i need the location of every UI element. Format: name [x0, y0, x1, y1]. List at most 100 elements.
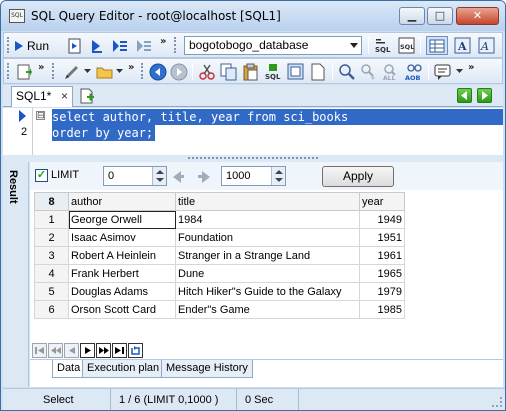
cell-title[interactable]: Ender"s Game — [175, 300, 360, 319]
toolbar-grip[interactable] — [141, 63, 144, 79]
next-tab-button[interactable] — [477, 88, 492, 103]
next-page-button[interactable] — [96, 343, 111, 358]
row-index[interactable]: 5 — [34, 282, 69, 301]
open-folder-button[interactable] — [96, 62, 114, 81]
font-button[interactable]: A — [454, 36, 472, 55]
cell-author[interactable]: George Orwell — [68, 210, 176, 229]
sql-editor[interactable]: 2 ⊟ select author, title, year from sci_… — [3, 108, 503, 155]
table-row[interactable]: 1 George Orwell 1984 1949 — [34, 210, 405, 229]
cell-author[interactable]: Orson Scott Card — [68, 300, 176, 319]
run-selection-button[interactable] — [112, 36, 128, 55]
cell-year[interactable]: 1985 — [359, 300, 405, 319]
offset-stepper[interactable] — [152, 167, 166, 185]
tab-sql1[interactable]: SQL1* × — [11, 86, 73, 107]
tab-data[interactable]: Data — [52, 360, 86, 378]
toolbar-grip[interactable] — [7, 63, 10, 79]
cell-author[interactable]: Isaac Asimov — [68, 228, 176, 247]
next-record-button[interactable] — [80, 343, 95, 358]
blank-document-button[interactable] — [310, 62, 326, 81]
comment-button[interactable] — [434, 62, 452, 81]
code-line-1[interactable]: select author, title, year from sci_book… — [52, 109, 503, 125]
cell-title[interactable]: Foundation — [175, 228, 360, 247]
toolbar2-overflow-icon[interactable]: » — [38, 62, 44, 73]
editor-result-splitter[interactable] — [3, 155, 503, 162]
previous-tab-button[interactable] — [457, 88, 472, 103]
edit-dropdown[interactable] — [84, 62, 91, 81]
cell-author[interactable]: Frank Herbert — [68, 264, 176, 283]
edit-button[interactable] — [64, 62, 82, 81]
table-row[interactable]: 3 Robert A Heinlein Stranger in a Strang… — [34, 246, 405, 265]
cell-title[interactable]: Dune — [175, 264, 360, 283]
limit-count-input[interactable]: 1000 — [221, 166, 286, 186]
tab-message-history[interactable]: Message History — [161, 360, 253, 378]
sql-snippet-button[interactable]: SQL — [264, 62, 284, 81]
last-record-button[interactable] — [112, 343, 127, 358]
refresh-button[interactable] — [128, 343, 143, 358]
first-record-button[interactable] — [32, 343, 47, 358]
minimize-button[interactable]: ▁ — [399, 7, 425, 25]
column-header-author[interactable]: author — [68, 192, 176, 211]
find-all-button[interactable]: ALL — [382, 62, 402, 81]
replace-button[interactable]: AOB — [405, 62, 425, 81]
column-header-year[interactable]: year — [359, 192, 405, 211]
find-next-button[interactable]: + — [360, 62, 378, 81]
limit-offset-input[interactable]: 0 — [103, 166, 167, 186]
cell-year[interactable]: 1961 — [359, 246, 405, 265]
close-tab-icon[interactable]: × — [61, 87, 68, 106]
toolbar1-overflow-icon[interactable]: » — [160, 36, 166, 47]
cell-year[interactable]: 1965 — [359, 264, 405, 283]
table-row[interactable]: 5 Douglas Adams Hitch Hiker"s Guide to t… — [34, 282, 405, 301]
row-index[interactable]: 6 — [34, 300, 69, 319]
row-index[interactable]: 3 — [34, 246, 69, 265]
grid-view-toggle[interactable] — [426, 36, 448, 55]
table-row[interactable]: 4 Frank Herbert Dune 1965 — [34, 264, 405, 283]
cell-title[interactable]: 1984 — [175, 210, 360, 229]
cell-author[interactable]: Robert A Heinlein — [68, 246, 176, 265]
comment-dropdown[interactable] — [456, 62, 463, 81]
row-index-header[interactable]: 8 — [34, 192, 69, 211]
query-window-button[interactable] — [287, 62, 305, 81]
font-style-button[interactable]: A — [478, 36, 496, 55]
resize-grip[interactable] — [492, 397, 502, 407]
run-to-cursor-button[interactable] — [136, 36, 152, 55]
fold-toggle-icon[interactable]: ⊟ — [36, 111, 45, 120]
database-select[interactable]: bogotobogo_database — [184, 36, 362, 55]
limit-checkbox[interactable]: ✓ — [35, 169, 48, 182]
sql-format-button[interactable]: SQL — [374, 36, 392, 55]
cell-title[interactable]: Hitch Hiker"s Guide to the Galaxy — [175, 282, 360, 301]
sql-builder-button[interactable]: SQL — [398, 36, 416, 55]
result-grid[interactable]: 8 author title year 1 George Orwell 1984… — [34, 192, 405, 319]
step-button[interactable] — [90, 36, 104, 55]
toolbar-grip[interactable] — [174, 37, 177, 53]
row-index[interactable]: 2 — [34, 228, 69, 247]
row-index[interactable]: 1 — [34, 210, 69, 229]
row-index[interactable]: 4 — [34, 264, 69, 283]
previous-page-button[interactable] — [48, 343, 63, 358]
cell-year[interactable]: 1951 — [359, 228, 405, 247]
copy-button[interactable] — [220, 62, 238, 81]
maximize-button[interactable]: □ — [427, 7, 453, 25]
table-row[interactable]: 2 Isaac Asimov Foundation 1951 — [34, 228, 405, 247]
count-stepper[interactable] — [271, 167, 285, 185]
cut-button[interactable] — [198, 62, 216, 81]
close-button[interactable]: ✕ — [456, 7, 499, 25]
cell-title[interactable]: Stranger in a Strange Land — [175, 246, 360, 265]
paste-button[interactable] — [242, 62, 260, 81]
new-query-button[interactable] — [16, 62, 32, 81]
find-button[interactable] — [338, 62, 356, 81]
previous-record-button[interactable] — [64, 343, 79, 358]
toolbar2-overflow-icon-2[interactable]: » — [128, 62, 134, 73]
back-button[interactable] — [149, 62, 167, 81]
apply-button[interactable]: Apply — [322, 166, 394, 187]
toolbar-grip[interactable] — [7, 37, 10, 53]
open-dropdown[interactable] — [116, 62, 123, 81]
table-row[interactable]: 6 Orson Scott Card Ender"s Game 1985 — [34, 300, 405, 319]
next-page-arrow-icon[interactable] — [202, 171, 210, 183]
run-button[interactable]: Run — [14, 36, 49, 55]
toolbar-grip[interactable] — [52, 63, 55, 79]
forward-button[interactable] — [170, 62, 188, 81]
cell-year[interactable]: 1949 — [359, 210, 405, 229]
tab-execution-plan[interactable]: Execution plan — [82, 360, 165, 378]
new-tab-button[interactable] — [79, 88, 95, 107]
run-current-button[interactable] — [68, 36, 82, 55]
